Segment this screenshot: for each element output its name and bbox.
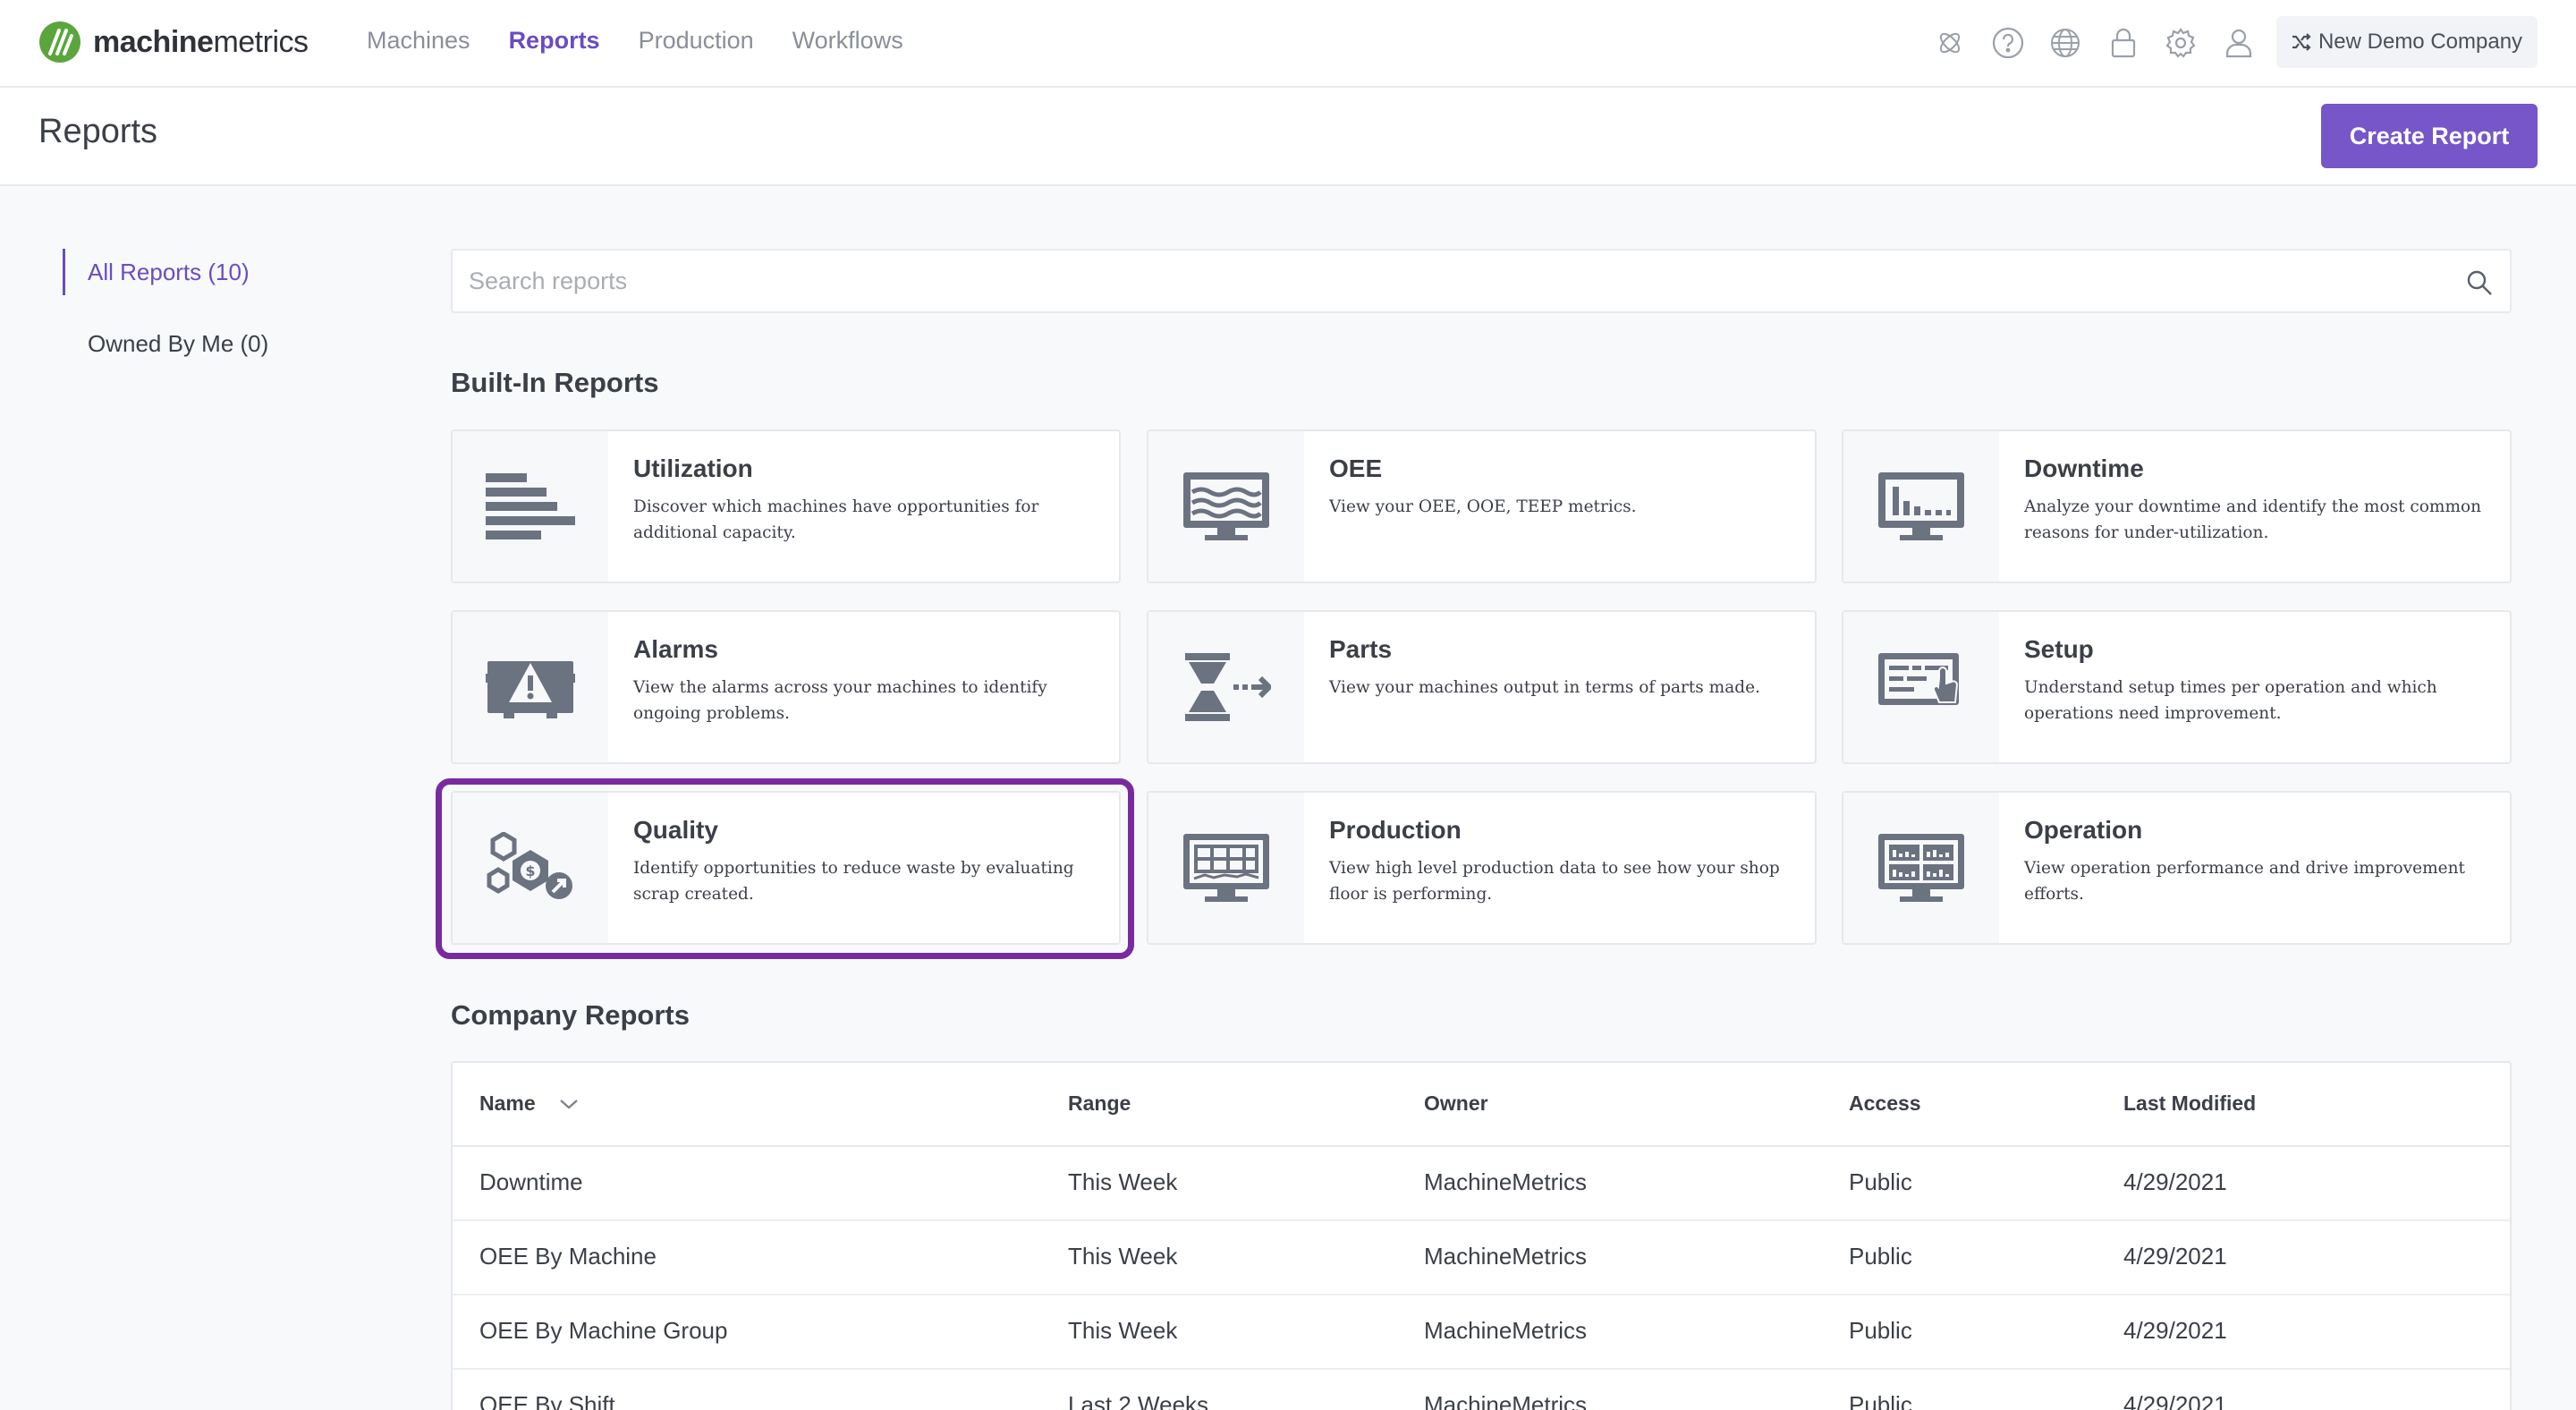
search-input[interactable] bbox=[453, 251, 2510, 311]
page-header: Reports Create Report bbox=[0, 88, 2576, 186]
column-last-modified-header[interactable]: Last Modified bbox=[2123, 1091, 2256, 1116]
page-title: Reports bbox=[38, 113, 158, 150]
table-row[interactable]: Downtime This Week MachineMetrics Public… bbox=[453, 1147, 2510, 1221]
column-owner-header[interactable]: Owner bbox=[1424, 1091, 1488, 1116]
setup-icon bbox=[1878, 653, 1959, 705]
report-access: Public bbox=[1849, 1168, 1912, 1195]
card-description: View the alarms across your machines to … bbox=[633, 678, 1047, 723]
help-icon[interactable] bbox=[1990, 25, 2026, 61]
card-title: Quality bbox=[633, 816, 718, 844]
report-owner: MachineMetrics bbox=[1424, 1168, 1588, 1195]
bars-icon bbox=[486, 473, 575, 539]
report-card-parts[interactable]: Parts View your machines output in terms… bbox=[1147, 610, 1817, 764]
report-card-utilization[interactable]: Utilization Discover which machines have… bbox=[451, 429, 1121, 583]
report-owner: MachineMetrics bbox=[1424, 1243, 1588, 1270]
settings-icon[interactable] bbox=[2163, 25, 2199, 61]
table-header: Name Range Owner Access Last Modified bbox=[453, 1063, 2510, 1147]
report-name[interactable]: OEE By Machine bbox=[479, 1243, 657, 1270]
company-name: New Demo Company bbox=[2318, 30, 2523, 54]
card-title: Production bbox=[1329, 816, 1462, 844]
lock-icon[interactable] bbox=[2106, 25, 2141, 61]
top-nav: machinemetrics Machines Reports Producti… bbox=[0, 0, 2576, 88]
report-name[interactable]: Downtime bbox=[479, 1168, 583, 1196]
parts-icon bbox=[1185, 653, 1271, 721]
column-range-header[interactable]: Range bbox=[1068, 1091, 1131, 1116]
company-switcher[interactable]: New Demo Company bbox=[2276, 16, 2538, 68]
card-title: Alarms bbox=[633, 635, 718, 663]
report-card-alarms[interactable]: Alarms View the alarms across your machi… bbox=[451, 610, 1121, 764]
card-title: Setup bbox=[2024, 635, 2094, 663]
report-last-modified: 4/29/2021 bbox=[2123, 1317, 2227, 1344]
report-access: Public bbox=[1849, 1243, 1912, 1270]
report-range: This Week bbox=[1068, 1317, 1178, 1344]
create-report-button[interactable]: Create Report bbox=[2321, 104, 2538, 168]
report-card-quality[interactable]: $ Quality Identify opportunities to redu… bbox=[451, 791, 1121, 945]
report-range: This Week bbox=[1068, 1243, 1178, 1270]
report-access: Public bbox=[1849, 1317, 1912, 1344]
card-description: Discover which machines have opportuniti… bbox=[633, 497, 1039, 542]
chevron-down-icon[interactable] bbox=[559, 1098, 579, 1110]
column-access-header[interactable]: Access bbox=[1849, 1091, 1921, 1116]
shuffle-icon bbox=[2292, 33, 2311, 51]
operation-icon bbox=[1878, 834, 1964, 902]
user-icon[interactable] bbox=[2221, 25, 2257, 61]
card-description: Understand setup times per operation and… bbox=[2024, 678, 2437, 723]
table-row[interactable]: OEE By Machine Group This Week MachineMe… bbox=[453, 1295, 2510, 1370]
report-owner: MachineMetrics bbox=[1424, 1391, 1588, 1410]
card-description: Analyze your downtime and identify the m… bbox=[2024, 497, 2482, 542]
report-last-modified: 4/29/2021 bbox=[2123, 1243, 2227, 1270]
report-range: Last 2 Weeks bbox=[1068, 1391, 1209, 1410]
company-reports-title: Company Reports bbox=[451, 999, 690, 1031]
logo-text: machinemetrics bbox=[93, 24, 309, 59]
nav-production[interactable]: Production bbox=[639, 27, 754, 55]
report-last-modified: 4/29/2021 bbox=[2123, 1168, 2227, 1195]
monitor-wave-icon bbox=[1183, 472, 1269, 540]
search-bar bbox=[451, 249, 2512, 313]
company-reports-table: Name Range Owner Access Last Modified Do… bbox=[451, 1061, 2512, 1410]
report-last-modified: 4/29/2021 bbox=[2123, 1391, 2227, 1410]
report-name[interactable]: OEE By Machine Group bbox=[479, 1317, 727, 1345]
card-title: Downtime bbox=[2024, 454, 2144, 482]
card-description: View your OEE, OOE, TEEP metrics. bbox=[1329, 497, 1637, 516]
nav-reports[interactable]: Reports bbox=[509, 27, 600, 55]
integrations-icon[interactable] bbox=[1932, 25, 1968, 61]
svg-text:$: $ bbox=[525, 862, 535, 879]
report-card-setup[interactable]: Setup Understand setup times per operati… bbox=[1842, 610, 2512, 764]
logo[interactable]: machinemetrics bbox=[38, 20, 309, 64]
card-title: Parts bbox=[1329, 635, 1393, 663]
filter-all-reports[interactable]: All Reports (10) bbox=[63, 249, 268, 295]
search-icon[interactable] bbox=[2465, 268, 2494, 297]
nav-workflows[interactable]: Workflows bbox=[792, 27, 903, 55]
card-description: Identify opportunities to reduce waste b… bbox=[633, 859, 1074, 904]
column-name-header[interactable]: Name bbox=[479, 1091, 579, 1116]
production-icon bbox=[1183, 834, 1269, 902]
report-card-production[interactable]: Production View high level production da… bbox=[1147, 791, 1817, 945]
builtin-reports-title: Built-In Reports bbox=[451, 367, 659, 398]
monitor-bars-icon bbox=[1878, 472, 1964, 540]
quality-icon: $ bbox=[487, 832, 572, 899]
alarm-icon bbox=[486, 661, 575, 718]
report-card-downtime[interactable]: Downtime Analyze your downtime and ident… bbox=[1842, 429, 2512, 583]
card-title: OEE bbox=[1329, 454, 1383, 482]
report-name[interactable]: OEE By Shift bbox=[479, 1391, 615, 1410]
report-filters: All Reports (10) Owned By Me (0) bbox=[63, 249, 268, 392]
report-range: This Week bbox=[1068, 1168, 1178, 1195]
card-title: Operation bbox=[2024, 816, 2143, 844]
filter-owned-by-me[interactable]: Owned By Me (0) bbox=[63, 320, 268, 367]
card-description: View high level production data to see h… bbox=[1329, 859, 1780, 904]
globe-icon[interactable] bbox=[2047, 25, 2083, 61]
report-owner: MachineMetrics bbox=[1424, 1317, 1588, 1344]
card-title: Utilization bbox=[633, 454, 753, 482]
card-description: View your machines output in terms of pa… bbox=[1329, 678, 1760, 697]
table-row[interactable]: OEE By Shift Last 2 Weeks MachineMetrics… bbox=[453, 1370, 2510, 1410]
table-row[interactable]: OEE By Machine This Week MachineMetrics … bbox=[453, 1221, 2510, 1295]
report-card-oee[interactable]: OEE View your OEE, OOE, TEEP metrics. bbox=[1147, 429, 1817, 583]
nav-machines[interactable]: Machines bbox=[367, 27, 470, 55]
report-access: Public bbox=[1849, 1391, 1912, 1410]
report-card-operation[interactable]: Operation View operation performance and… bbox=[1842, 791, 2512, 945]
logo-icon bbox=[39, 21, 80, 63]
card-description: View operation performance and drive imp… bbox=[2024, 859, 2465, 904]
